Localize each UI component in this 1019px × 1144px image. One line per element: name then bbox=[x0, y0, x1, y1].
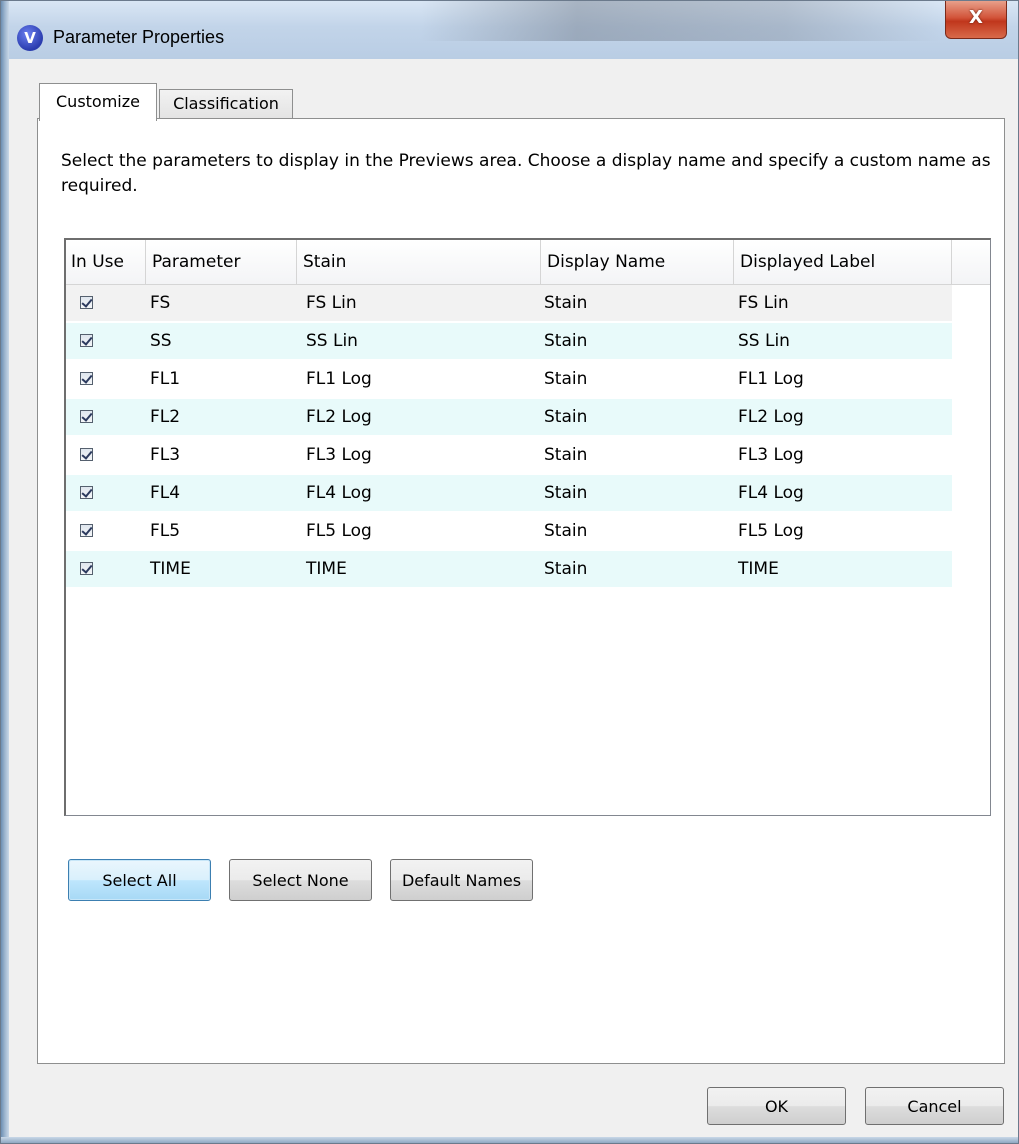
displayed-label-cell[interactable]: FL5 Log bbox=[738, 513, 804, 549]
parameter-cell: TIME bbox=[150, 559, 191, 579]
title-bar-background bbox=[421, 1, 941, 41]
stain-cell: SS Lin bbox=[306, 331, 358, 351]
parameter-properties-dialog: V Parameter Properties X Customize Class… bbox=[0, 0, 1019, 1144]
displayed-label-cell[interactable]: TIME bbox=[738, 551, 779, 587]
displayed-label-cell[interactable]: FL3 Log bbox=[738, 437, 804, 473]
parameter-cell: FL4 bbox=[150, 483, 181, 503]
title-bar[interactable]: V Parameter Properties X bbox=[1, 1, 1018, 59]
in-use-checkbox[interactable] bbox=[80, 562, 93, 575]
stain-cell: FL4 Log bbox=[306, 483, 372, 503]
in-use-checkbox[interactable] bbox=[80, 296, 93, 309]
stain-cell: FL1 Log bbox=[306, 369, 372, 389]
window-frame-bottom bbox=[1, 1137, 1018, 1143]
in-use-checkbox[interactable] bbox=[80, 410, 93, 423]
in-use-checkbox[interactable] bbox=[80, 524, 93, 537]
parameter-cell: FL2 bbox=[150, 407, 181, 427]
column-header-displayed-label[interactable]: Displayed Label bbox=[734, 240, 952, 284]
table-row[interactable]: FL4 FL4 Log Stain FL4 Log bbox=[66, 475, 952, 511]
parameter-cell: FL3 bbox=[150, 445, 181, 465]
default-names-button[interactable]: Default Names bbox=[390, 859, 533, 901]
display-name-cell[interactable]: Stain bbox=[544, 285, 587, 321]
close-icon: X bbox=[969, 7, 983, 28]
stain-cell: FL5 Log bbox=[306, 521, 372, 541]
displayed-label-cell[interactable]: FL2 Log bbox=[738, 399, 804, 435]
in-use-checkbox[interactable] bbox=[80, 486, 93, 499]
table-row[interactable]: FL5 FL5 Log Stain FL5 Log bbox=[66, 513, 952, 549]
column-header-stain[interactable]: Stain bbox=[297, 240, 541, 284]
in-use-checkbox[interactable] bbox=[80, 334, 93, 347]
display-name-cell[interactable]: Stain bbox=[544, 513, 587, 549]
stain-cell: FL2 Log bbox=[306, 407, 372, 427]
stain-cell: FL3 Log bbox=[306, 445, 372, 465]
table-row[interactable]: FL3 FL3 Log Stain FL3 Log bbox=[66, 437, 952, 473]
display-name-cell[interactable]: Stain bbox=[544, 399, 587, 435]
cancel-button[interactable]: Cancel bbox=[865, 1087, 1004, 1125]
instructions-text: Select the parameters to display in the … bbox=[61, 151, 991, 196]
table-row[interactable]: FL1 FL1 Log Stain FL1 Log bbox=[66, 361, 952, 397]
stain-cell: TIME bbox=[306, 559, 347, 579]
parameters-grid[interactable]: In Use Parameter Stain Display Name Disp… bbox=[64, 238, 991, 816]
displayed-label-cell[interactable]: FS Lin bbox=[738, 285, 789, 321]
displayed-label-cell[interactable]: SS Lin bbox=[738, 323, 790, 359]
display-name-cell[interactable]: Stain bbox=[544, 437, 587, 473]
app-icon: V bbox=[17, 25, 43, 51]
display-name-cell[interactable]: Stain bbox=[544, 323, 587, 359]
table-row[interactable]: SS SS Lin Stain SS Lin bbox=[66, 323, 952, 359]
displayed-label-cell[interactable]: FL4 Log bbox=[738, 475, 804, 511]
display-name-cell[interactable]: Stain bbox=[544, 475, 587, 511]
parameter-cell: SS bbox=[150, 331, 172, 351]
in-use-checkbox[interactable] bbox=[80, 448, 93, 461]
table-row[interactable]: FL2 FL2 Log Stain FL2 Log bbox=[66, 399, 952, 435]
stain-cell: FS Lin bbox=[306, 293, 357, 313]
display-name-cell[interactable]: Stain bbox=[544, 551, 587, 587]
select-none-button[interactable]: Select None bbox=[229, 859, 372, 901]
window-title: Parameter Properties bbox=[53, 27, 225, 47]
table-row[interactable]: TIME TIME Stain TIME bbox=[66, 551, 952, 587]
parameter-cell: FL5 bbox=[150, 521, 181, 541]
close-button[interactable]: X bbox=[945, 1, 1007, 39]
displayed-label-cell[interactable]: FL1 Log bbox=[738, 361, 804, 397]
tab-classification[interactable]: Classification bbox=[159, 89, 293, 119]
in-use-checkbox[interactable] bbox=[80, 372, 93, 385]
table-row[interactable]: FS FS Lin Stain FS Lin bbox=[66, 285, 952, 321]
parameter-cell: FL1 bbox=[150, 369, 181, 389]
column-header-parameter[interactable]: Parameter bbox=[146, 240, 297, 284]
ok-button[interactable]: OK bbox=[707, 1087, 846, 1125]
window-frame-left bbox=[1, 1, 9, 1143]
grid-header: In Use Parameter Stain Display Name Disp… bbox=[66, 240, 990, 285]
column-header-in-use[interactable]: In Use bbox=[66, 240, 146, 284]
select-all-button[interactable]: Select All bbox=[68, 859, 211, 901]
column-header-display-name[interactable]: Display Name bbox=[541, 240, 734, 284]
parameter-cell: FS bbox=[150, 293, 171, 313]
tab-customize[interactable]: Customize bbox=[39, 83, 157, 121]
display-name-cell[interactable]: Stain bbox=[544, 361, 587, 397]
